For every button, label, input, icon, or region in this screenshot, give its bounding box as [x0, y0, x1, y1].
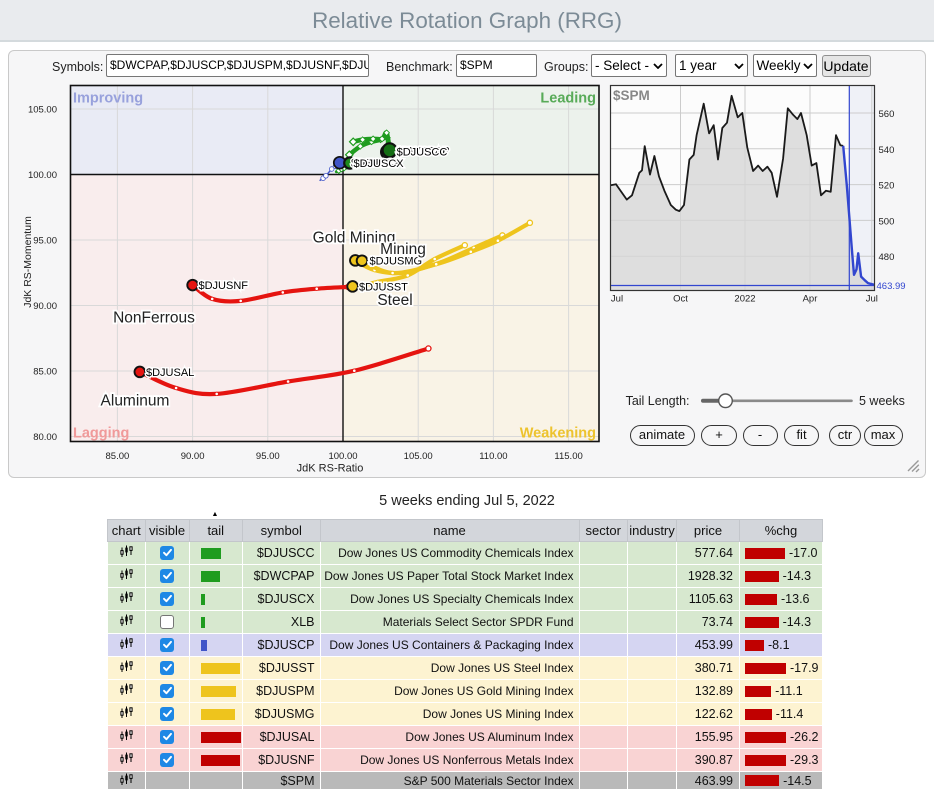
- svg-text:540: 540: [879, 145, 895, 156]
- svg-text:JdK RS-Momentum: JdK RS-Momentum: [22, 216, 34, 308]
- svg-text:NonFerrous: NonFerrous: [113, 310, 195, 327]
- svg-text:480: 480: [879, 252, 895, 263]
- svg-text:Oct: Oct: [673, 294, 688, 305]
- svg-text:Leading: Leading: [540, 91, 596, 107]
- svg-text:95.00: 95.00: [33, 236, 57, 247]
- svg-text:560: 560: [879, 109, 895, 120]
- svg-text:100.00: 100.00: [328, 451, 357, 462]
- svg-text:90.00: 90.00: [181, 451, 205, 462]
- svg-text:110.00: 110.00: [479, 451, 507, 462]
- svg-text:Lagging: Lagging: [73, 426, 129, 442]
- svg-text:Steel: Steel: [377, 292, 412, 309]
- svg-text:Improving: Improving: [73, 91, 143, 107]
- svg-text:520: 520: [879, 181, 895, 192]
- svg-text:85.00: 85.00: [33, 367, 57, 378]
- svg-text:90.00: 90.00: [33, 301, 57, 312]
- svg-text:500: 500: [879, 216, 895, 227]
- svg-text:Jul: Jul: [611, 294, 623, 305]
- svg-text:463.99: 463.99: [877, 281, 906, 292]
- svg-text:$DJUSCX: $DJUSCX: [354, 158, 405, 170]
- svg-text:$SPM: $SPM: [613, 88, 650, 103]
- svg-text:JdK RS-Ratio: JdK RS-Ratio: [297, 463, 364, 475]
- svg-text:Apr: Apr: [803, 294, 818, 305]
- svg-text:2022: 2022: [734, 294, 755, 305]
- svg-text:$DJUSCC: $DJUSCC: [397, 146, 448, 158]
- svg-text:$DJUSNF: $DJUSNF: [199, 280, 249, 292]
- svg-text:Weakening: Weakening: [520, 426, 596, 442]
- svg-text:80.00: 80.00: [33, 432, 57, 443]
- svg-text:100.00: 100.00: [28, 170, 57, 181]
- svg-text:95.00: 95.00: [256, 451, 280, 462]
- svg-text:Aluminum: Aluminum: [101, 393, 170, 410]
- svg-text:5 weeks: 5 weeks: [859, 394, 905, 408]
- svg-text:85.00: 85.00: [106, 451, 130, 462]
- svg-text:Mining: Mining: [380, 241, 426, 258]
- svg-text:115.00: 115.00: [554, 451, 582, 462]
- svg-text:105.00: 105.00: [28, 105, 57, 116]
- svg-text:Jul: Jul: [866, 294, 878, 305]
- svg-text:105.00: 105.00: [404, 451, 433, 462]
- svg-text:$DJUSAL: $DJUSAL: [146, 367, 194, 379]
- svg-text:Tail Length:: Tail Length:: [626, 394, 690, 408]
